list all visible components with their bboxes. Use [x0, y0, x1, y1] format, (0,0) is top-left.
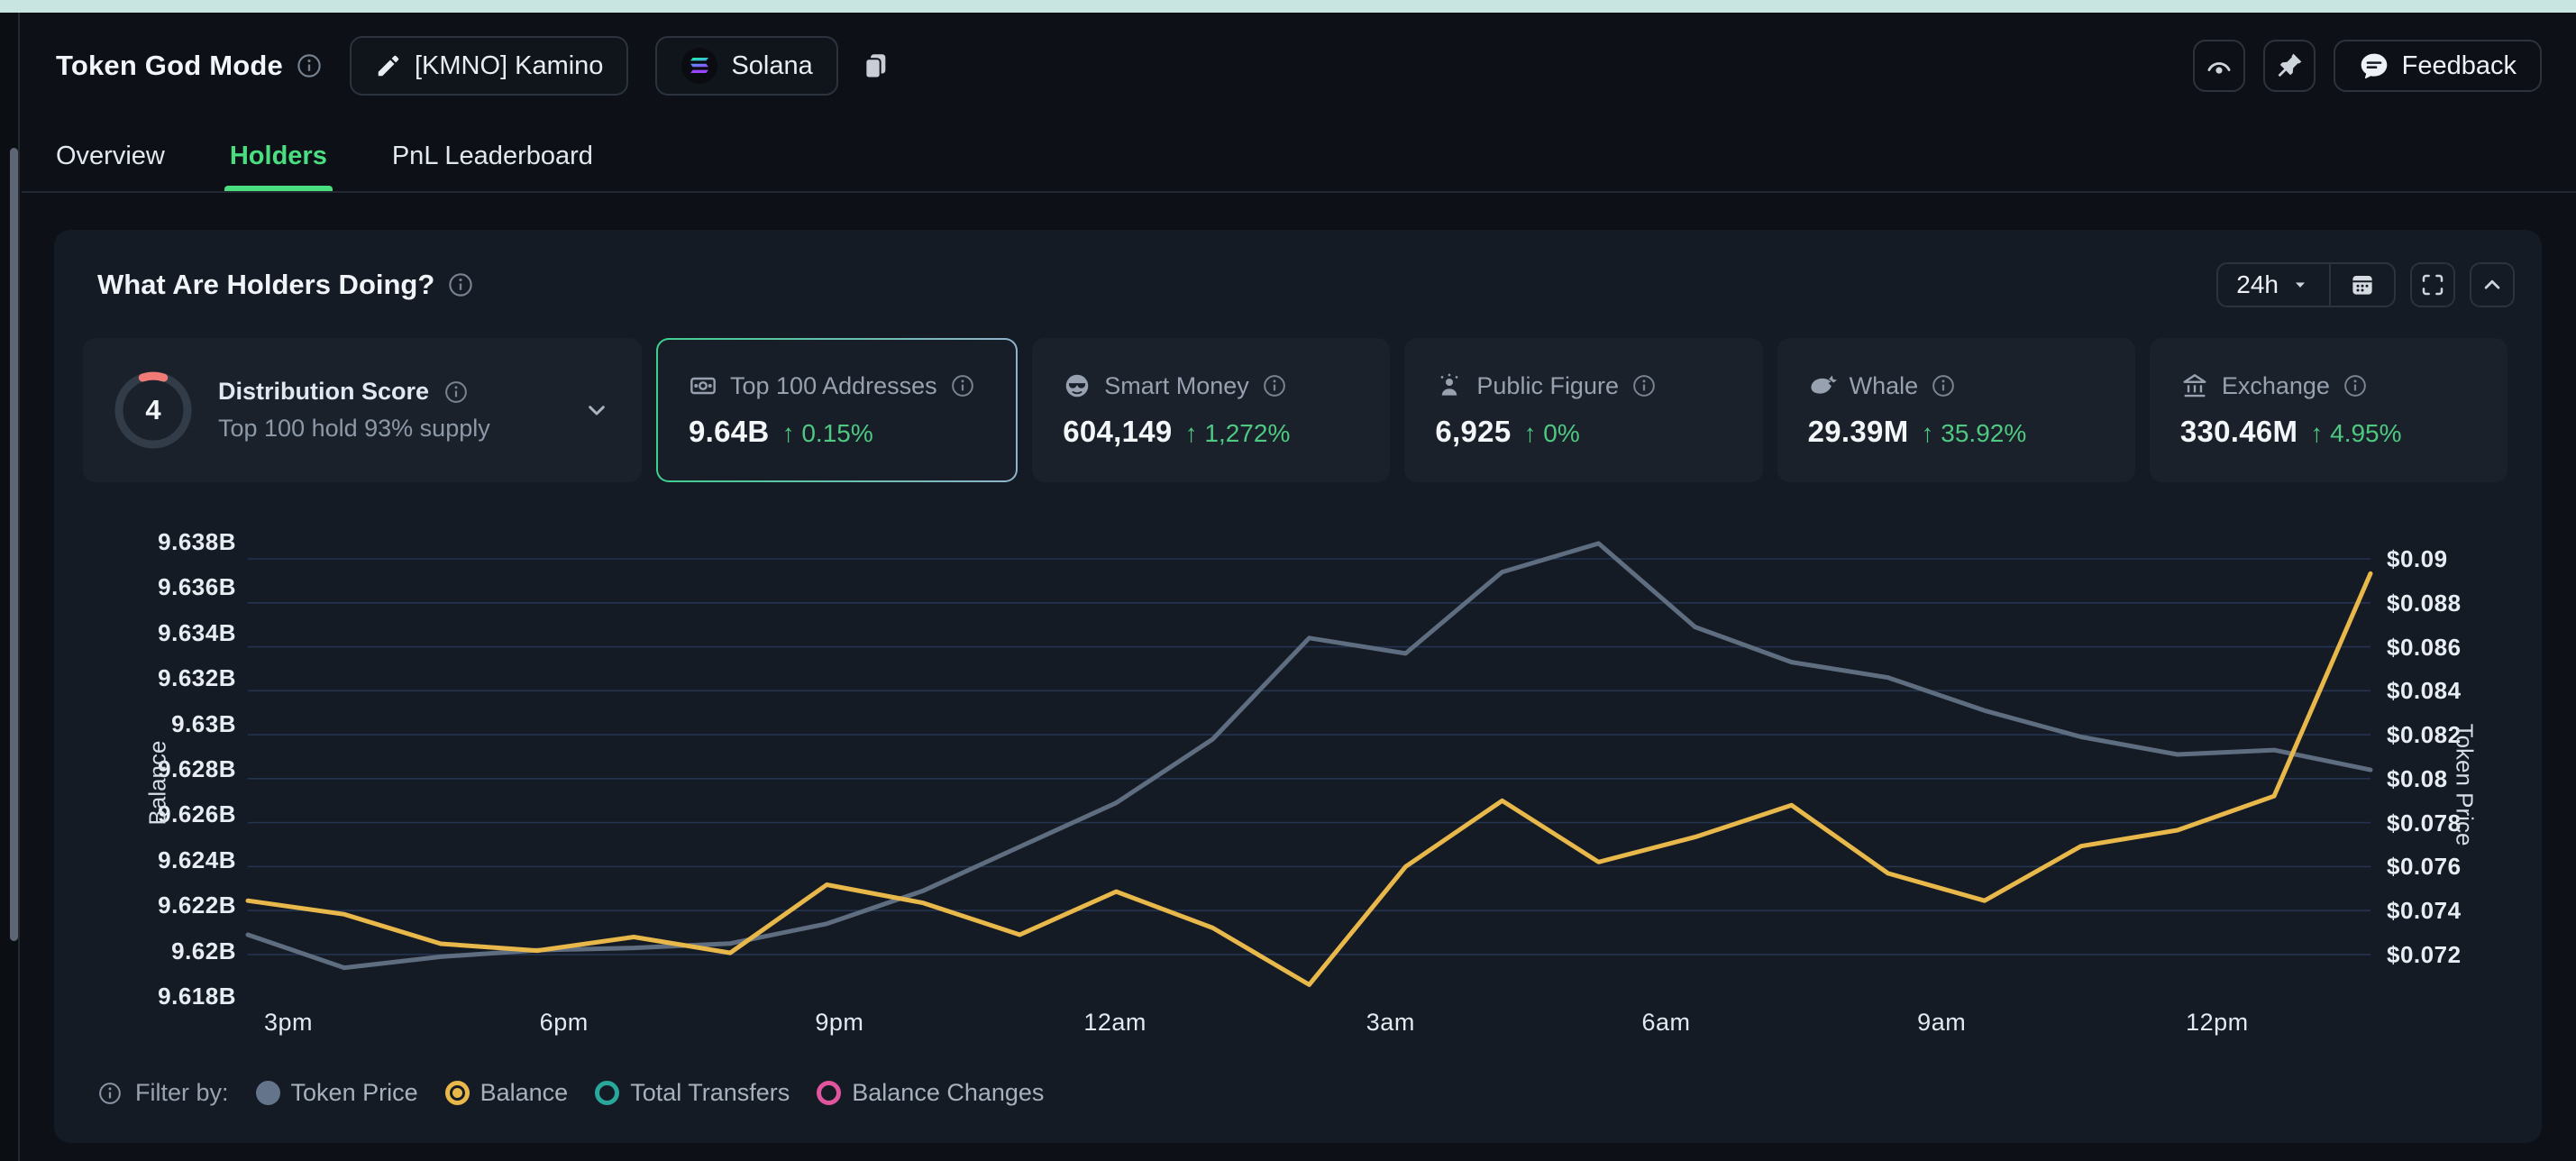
right-axis-title: Token Price [2451, 724, 2479, 846]
chain-name: Solana [731, 51, 812, 81]
price-axis-tick: $0.086 [2387, 632, 2540, 663]
feedback-button[interactable]: Feedback [2334, 40, 2542, 92]
legend-label: Balance [480, 1079, 569, 1107]
time-axis-tick: 9pm [767, 1007, 911, 1038]
token-name: [KMNO] Kamino [415, 51, 604, 81]
tab-pnl-leaderboard[interactable]: PnL Leaderboard [392, 121, 593, 191]
total-transfers-marker-icon [595, 1081, 619, 1105]
left-scrollbar-track [0, 13, 20, 1161]
token-selector[interactable]: [KMNO] Kamino [350, 36, 629, 96]
legend-label: Balance Changes [852, 1079, 1044, 1107]
scrollbar-thumb[interactable] [10, 148, 18, 941]
time-axis-tick: 3pm [216, 1007, 361, 1038]
time-axis-tick: 3am [1319, 1007, 1463, 1038]
legend-item-total-transfers[interactable]: Total Transfers [595, 1079, 790, 1107]
holders-panel: What Are Holders Doing? 24h [54, 230, 2542, 1143]
page-title: Token God Mode [56, 50, 283, 82]
time-axis-tick: 12am [1043, 1007, 1187, 1038]
balance-axis-tick: 9.638B [83, 526, 236, 557]
legend-item-balance-changes[interactable]: Balance Changes [817, 1079, 1044, 1107]
info-icon[interactable] [296, 52, 323, 79]
chat-bubble-icon [2359, 50, 2389, 81]
price-axis-tick: $0.076 [2387, 851, 2540, 882]
price-axis-tick: $0.084 [2387, 675, 2540, 706]
solana-logo-icon [681, 47, 718, 85]
balance-axis-tick: 9.624B [83, 845, 236, 875]
legend-label: Token Price [291, 1079, 418, 1107]
holders-chart[interactable]: 9.638B9.636B9.634B9.632B9.63B9.628B9.626… [54, 230, 2542, 1143]
tab-bar: Overview Holders PnL Leaderboard [22, 121, 2576, 193]
pin-button[interactable] [2263, 40, 2316, 92]
chart-legend: Filter by: Token Price Balance Total Tra… [97, 1079, 1044, 1107]
token-god-mode-page: Token God Mode [KMNO] Kamino [0, 0, 2576, 1161]
balance-axis-tick: 9.618B [83, 981, 236, 1011]
price-axis-tick: $0.088 [2387, 588, 2540, 618]
time-axis-tick: 6pm [492, 1007, 636, 1038]
balance-changes-marker-icon [817, 1081, 841, 1105]
browser-top-strip [0, 0, 2576, 13]
watchlist-button[interactable] [2193, 40, 2245, 92]
tab-holders[interactable]: Holders [230, 121, 327, 191]
legend-label: Total Transfers [630, 1079, 790, 1107]
balance-axis-tick: 9.632B [83, 663, 236, 693]
header: Token God Mode [KMNO] Kamino [22, 13, 2576, 119]
balance-axis-tick: 9.634B [83, 617, 236, 648]
balance-axis-tick: 9.62B [83, 936, 236, 966]
legend-prefix-label: Filter by: [135, 1079, 229, 1107]
legend-item-token-price[interactable]: Token Price [256, 1079, 418, 1107]
balance-axis-tick: 9.622B [83, 890, 236, 920]
price-axis-tick: $0.09 [2387, 544, 2540, 574]
pin-icon [2274, 50, 2305, 81]
time-axis-tick: 6am [1594, 1007, 1739, 1038]
token-price-marker-icon [256, 1081, 280, 1105]
time-axis-tick: 9am [1869, 1007, 2014, 1038]
balance-marker-icon [445, 1081, 470, 1105]
price-axis-tick: $0.072 [2387, 939, 2540, 970]
chain-selector[interactable]: Solana [655, 36, 837, 96]
info-icon[interactable] [97, 1081, 123, 1106]
legend-prefix: Filter by: [97, 1079, 229, 1107]
left-axis-title: Balance [143, 741, 171, 826]
watch-eye-icon [2204, 50, 2234, 81]
copy-address-icon[interactable] [860, 50, 891, 81]
feedback-label: Feedback [2402, 51, 2517, 81]
tab-overview[interactable]: Overview [56, 121, 165, 191]
token-price-line [248, 544, 2370, 968]
edit-pencil-icon [375, 52, 402, 79]
time-axis-tick: 12pm [2145, 1007, 2289, 1038]
legend-item-balance[interactable]: Balance [445, 1079, 569, 1107]
balance-axis-tick: 9.636B [83, 571, 236, 602]
balance-axis-tick: 9.63B [83, 708, 236, 739]
price-axis-tick: $0.074 [2387, 895, 2540, 926]
header-actions: Feedback [2193, 40, 2542, 92]
